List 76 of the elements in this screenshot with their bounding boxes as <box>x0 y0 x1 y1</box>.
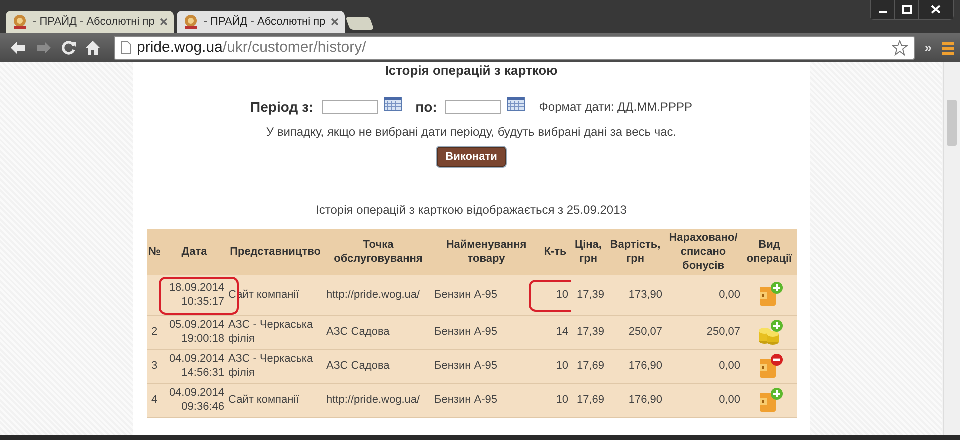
cost-cell: 176,90 <box>606 349 664 383</box>
date-from-field[interactable] <box>322 100 378 114</box>
column-header: Представництво <box>226 229 324 275</box>
price-cell: 17,69 <box>570 349 606 383</box>
history-note: Історія операцій з карткою відображається з 25.09.2013 <box>316 203 627 217</box>
page-title: Історія операцій з карткою <box>385 63 558 79</box>
column-header: Дата <box>162 229 226 275</box>
page-icon <box>121 41 131 54</box>
quantity-cell: 10 <box>540 383 570 417</box>
calendar-icon[interactable] <box>384 97 402 111</box>
close-button[interactable] <box>919 0 953 19</box>
address-bar[interactable]: pride.wog.ua/ukr/customer/history/ <box>114 36 915 60</box>
favicon-icon <box>182 14 199 30</box>
price-cell: 17,39 <box>570 315 606 349</box>
product-cell: Бензин А-95 <box>432 349 540 383</box>
date-cell: 05.09.2014 19:00:18 <box>162 315 226 349</box>
service-point-cell: http://pride.wog.ua/ <box>324 275 432 315</box>
date-cell: 04.09.2014 09:36:46 <box>162 383 226 417</box>
minimize-button[interactable] <box>871 0 895 19</box>
office-cell: АЗС - Черкаська філія <box>226 349 324 383</box>
back-arrow-icon[interactable] <box>10 40 26 54</box>
maximize-icon <box>902 5 912 14</box>
submit-button[interactable]: Виконати <box>436 147 506 167</box>
cost-cell: 250,07 <box>606 315 664 349</box>
home-icon[interactable] <box>86 40 100 54</box>
service-point-cell: http://pride.wog.ua/ <box>324 383 432 417</box>
calendar-icon[interactable] <box>507 97 526 111</box>
row-number: 3 <box>146 349 162 383</box>
column-header: К-ть <box>540 229 570 275</box>
cost-cell: 176,90 <box>606 383 664 417</box>
column-header: Точка обслуговування <box>324 229 432 275</box>
row-number: 2 <box>146 315 162 349</box>
period-note: У випадку, якщо не вибрані дати періоду, будуть вибрані дані за весь час. <box>266 125 677 139</box>
close-icon <box>931 5 941 14</box>
service-point-cell: АЗС Садова <box>324 349 432 383</box>
new-tab-button[interactable] <box>345 17 374 30</box>
extensions-chevron[interactable]: » <box>924 40 932 55</box>
column-header: Нараховано/ списано бонусів <box>664 229 742 275</box>
reload-icon[interactable] <box>62 40 76 54</box>
coins-plus-icon <box>756 318 782 346</box>
scrollbar[interactable] <box>943 62 960 435</box>
service-point-cell: АЗС Садова <box>324 315 432 349</box>
period-to-label: по: <box>416 99 438 115</box>
column-header: № <box>146 229 162 275</box>
favicon-icon <box>12 14 28 30</box>
bonus-cell: 0,00 <box>664 349 742 383</box>
star-icon[interactable] <box>892 40 908 56</box>
menu-icon[interactable] <box>942 40 954 54</box>
bonus-cell: 0,00 <box>664 383 742 417</box>
close-tab-icon[interactable] <box>330 18 339 26</box>
scroll-thumb[interactable] <box>947 100 957 146</box>
product-cell: Бензин А-95 <box>432 315 540 349</box>
price-cell: 17,69 <box>570 383 606 417</box>
quantity-cell: 14 <box>540 315 570 349</box>
price-cell: 17,39 <box>570 275 606 315</box>
browser-tab[interactable]: - ПРАЙД - Абсолютні пр <box>176 11 345 33</box>
quantity-cell: 10 <box>540 349 570 383</box>
column-header: Ціна, грн <box>570 229 606 275</box>
period-from-label: Період з: <box>250 99 314 115</box>
maximize-button[interactable] <box>895 0 919 19</box>
bonus-cell: 0,00 <box>664 275 742 315</box>
column-header: Вид операції <box>742 229 796 275</box>
date-format-hint: Формат дати: ДД.ММ.РРРР <box>539 100 692 114</box>
product-cell: Бензин А-95 <box>432 383 540 417</box>
cost-cell: 173,90 <box>606 275 664 315</box>
column-header: Вартість, грн <box>606 229 664 275</box>
date-to-field[interactable] <box>445 100 502 114</box>
browser-tab[interactable]: - ПРАЙД - Абсолютні пр <box>6 11 174 33</box>
office-cell: АЗС - Черкаська філія <box>226 315 324 349</box>
bonus-cell: 250,07 <box>664 315 742 349</box>
product-cell: Бензин А-95 <box>432 275 540 315</box>
close-tab-icon[interactable] <box>160 18 168 26</box>
office-cell: Сайт компанії <box>226 383 324 417</box>
column-header: Найменування товару <box>432 229 540 275</box>
row-number: 4 <box>146 383 162 417</box>
date-cell: 04.09.2014 14:56:31 <box>162 349 226 383</box>
